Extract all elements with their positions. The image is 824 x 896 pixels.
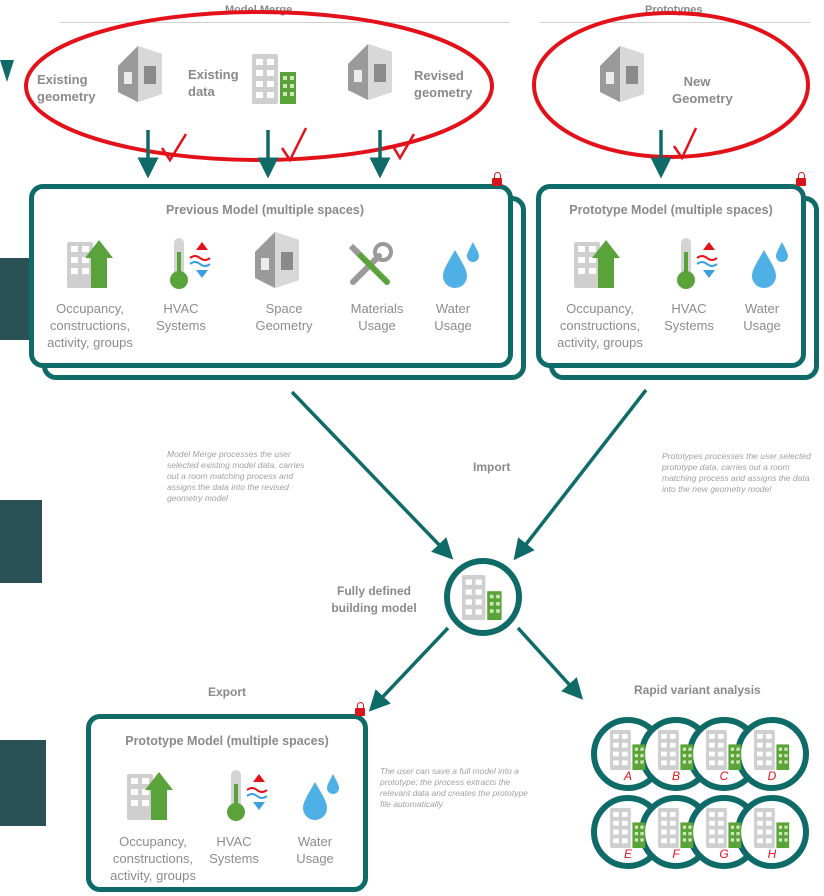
variant-label: H [768, 847, 777, 861]
variant-label: C [720, 769, 729, 783]
variant-label: E [624, 847, 633, 861]
prototype-bottom-occupancy-label: Occupancy, constructions, activity, grou… [110, 834, 196, 883]
variant-label: G [719, 847, 728, 861]
prototype-bottom-water-label: Water Usage [296, 834, 334, 866]
variant-label: F [672, 847, 680, 861]
variant-label: B [672, 769, 680, 783]
variant-grid: A B C D E F G H [591, 717, 809, 869]
prototype-bottom-hvac-label: HVAC Systems [209, 834, 259, 866]
variant-label: D [768, 769, 777, 783]
variant-label: A [623, 769, 632, 783]
